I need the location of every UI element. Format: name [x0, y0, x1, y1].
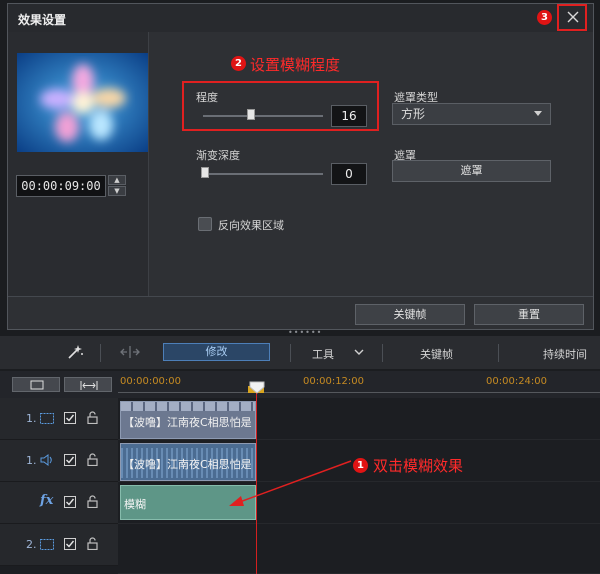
- track-enabled-checkbox[interactable]: [64, 412, 76, 424]
- track-enabled-checkbox[interactable]: [64, 454, 76, 466]
- keyframe-tool-button[interactable]: 关键帧: [420, 346, 453, 362]
- lock-icon[interactable]: [87, 495, 98, 508]
- step1-badge: 1: [353, 458, 368, 473]
- step1-text: 双击模糊效果: [373, 457, 464, 475]
- time-ruler[interactable]: 00:00:00:00 00:00:12:00 00:00:24:00: [118, 371, 600, 398]
- preview-image: [17, 53, 148, 152]
- invert-effect-checkbox[interactable]: [198, 217, 212, 231]
- mask-type-value: 方形: [401, 107, 426, 121]
- tools-menu[interactable]: 工具: [312, 346, 334, 362]
- mask-button[interactable]: 遮罩: [392, 160, 551, 182]
- timeline-ruler-row: 00:00:00:00 00:00:12:00 00:00:24:00: [0, 371, 600, 398]
- close-highlight-box: [557, 4, 587, 31]
- video-track-2-area: [118, 524, 600, 574]
- video-track-header: 1.: [0, 398, 118, 440]
- video-track-2-number: 2.: [26, 538, 37, 551]
- toolbar-separator: [100, 344, 101, 362]
- step3-badge: 3: [537, 10, 552, 25]
- mask-type-select[interactable]: 方形: [392, 103, 551, 125]
- timeline-toolbar: 修改 工具 关键帧 持续时间: [0, 336, 600, 369]
- video-track-icon: [40, 413, 54, 424]
- blur-effect-label: 模糊: [124, 498, 146, 511]
- track-enabled-checkbox[interactable]: [64, 538, 76, 550]
- chevron-down-icon[interactable]: [354, 349, 364, 356]
- fit-timeline-button[interactable]: [64, 377, 112, 392]
- fx-track-header: fx: [0, 482, 118, 524]
- toolbar-separator: [498, 344, 499, 362]
- timeline-view-button[interactable]: [12, 377, 60, 392]
- audio-track-header: 1.: [0, 440, 118, 482]
- invert-effect-label: 反向效果区域: [218, 219, 284, 232]
- video-track-area: 【波噜】江南夜C相思怕是: [118, 398, 600, 440]
- feather-slider-track[interactable]: [203, 173, 323, 175]
- split-icon[interactable]: [120, 346, 140, 358]
- lock-icon[interactable]: [87, 411, 98, 424]
- dialog-divider: [8, 296, 593, 297]
- ruler-baseline: [118, 392, 600, 393]
- video-clip-title: 【波噜】江南夜C相思怕是: [123, 416, 252, 429]
- ruler-time-2: 00:00:24:00: [486, 376, 548, 387]
- step2-badge: 2: [231, 56, 246, 71]
- ruler-time-0: 00:00:00:00: [120, 376, 182, 387]
- step2-text: 设置模糊程度: [250, 56, 341, 74]
- video-clip-thumbnails: [121, 402, 255, 411]
- fit-icon: [80, 381, 98, 390]
- duration-button[interactable]: 持续时间: [543, 346, 587, 362]
- lock-icon[interactable]: [87, 537, 98, 550]
- timecode-input[interactable]: 00:00:09:00: [16, 175, 106, 197]
- playhead-handle[interactable]: [249, 381, 265, 394]
- fx-track-area: 模糊: [118, 482, 600, 524]
- annotation-arrow: [229, 460, 352, 506]
- video-track-2-header: 2.: [0, 524, 118, 566]
- blurred-flower-image: [17, 53, 148, 152]
- video-track-icon: [40, 539, 54, 550]
- video-clip[interactable]: 【波噜】江南夜C相思怕是: [120, 401, 256, 439]
- track-enabled-checkbox[interactable]: [64, 496, 76, 508]
- toolbar-separator: [290, 344, 291, 362]
- effect-settings-dialog: 效果设置 00:00:09:00 ▲ ▼ 程度 16 遮罩类型 方形 渐变深度 …: [7, 3, 594, 330]
- splitter-handle[interactable]: ••••••: [288, 329, 321, 337]
- timecode-down-button[interactable]: ▼: [108, 186, 126, 196]
- fx-track-icon: fx: [40, 493, 54, 508]
- feather-value-input[interactable]: 0: [331, 163, 367, 185]
- timecode-up-button[interactable]: ▲: [108, 175, 126, 185]
- degree-highlight-box: [182, 81, 379, 131]
- video-track-number: 1.: [26, 412, 37, 425]
- storyboard-icon: [30, 380, 44, 390]
- ruler-time-1: 00:00:12:00: [303, 376, 365, 387]
- magic-wand-icon[interactable]: [66, 344, 84, 360]
- preview-panel: 00:00:09:00 ▲ ▼: [8, 32, 149, 297]
- keyframe-button[interactable]: 关键帧: [355, 304, 465, 325]
- audio-track-number: 1.: [26, 454, 37, 467]
- feather-slider-thumb[interactable]: [201, 167, 209, 178]
- reset-button[interactable]: 重置: [474, 304, 584, 325]
- toolbar-separator: [382, 344, 383, 362]
- dialog-titlebar: 效果设置: [8, 4, 593, 32]
- lock-icon[interactable]: [87, 453, 98, 466]
- speaker-icon: [40, 454, 52, 466]
- feather-label: 渐变深度: [196, 149, 240, 162]
- dialog-title: 效果设置: [18, 13, 67, 27]
- modify-button[interactable]: 修改: [163, 343, 270, 361]
- chevron-down-icon: [534, 111, 542, 116]
